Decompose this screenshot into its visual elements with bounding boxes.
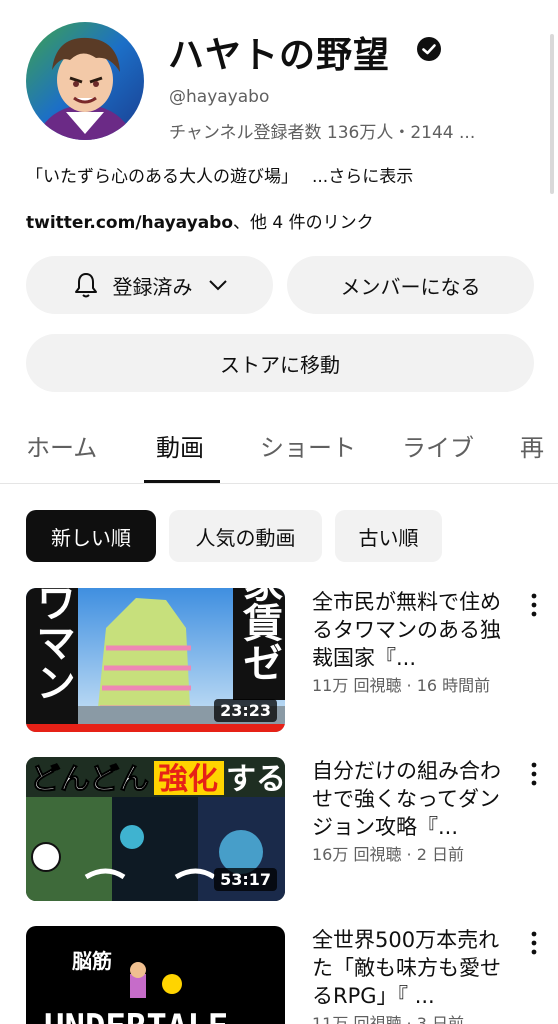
video-thumbnail[interactable]: 脳筋 UNDERTALE (26, 926, 285, 1024)
subscribed-label: 登録済み (112, 274, 193, 299)
channel-tabs: ホーム 動画 ショート ライブ 再 (0, 404, 558, 484)
chevron-down-icon (208, 280, 227, 291)
join-button[interactable]: メンバーになる (287, 256, 534, 314)
tab-live[interactable]: ライブ (402, 428, 474, 463)
link-suffix[interactable]: 、他 4 件のリンク (233, 213, 374, 233)
video-meta: 11万 回視聴 · 16 時間前 (312, 676, 491, 695)
channel-stats[interactable]: チャンネル登録者数 136万人・2144 ... (169, 118, 475, 143)
thumb-text-2: 強化 (158, 762, 218, 797)
video-meta: 11万 回視聴 · 3 日前 (312, 1014, 464, 1024)
video-title[interactable]: 全市民が無料で住めるタワマンのある独裁国家『... (312, 588, 512, 672)
chip-popular[interactable]: 人気の動画 (169, 510, 322, 562)
link-url[interactable]: twitter.com/hayayabo (26, 213, 233, 233)
verified-icon (417, 37, 441, 61)
video-meta: 16万 回視聴 · 2 日前 (312, 845, 464, 864)
video-title[interactable]: 自分だけの組み合わせで強くなってダンジョン攻略『... (312, 757, 512, 841)
thumb-text-right: 家賃ゼ (236, 588, 284, 682)
thumb-text-1: 脳筋 (71, 949, 112, 973)
thumb-text-3: する (226, 762, 285, 797)
channel-avatar[interactable] (26, 22, 144, 140)
more-vert-icon[interactable] (526, 761, 542, 787)
tab-videos[interactable]: 動画 (156, 428, 204, 463)
store-button[interactable]: ストアに移動 (26, 334, 534, 392)
scrollbar[interactable] (550, 34, 554, 194)
channel-links[interactable]: twitter.com/hayayabo、他 4 件のリンク (26, 208, 374, 233)
channel-header: ハヤトの野望 @hayayabo チャンネル登録者数 136万人・2144 ..… (26, 22, 546, 147)
more-vert-icon[interactable] (526, 592, 542, 618)
thumb-text-2: UNDERTALE (44, 1007, 228, 1024)
video-thumbnail[interactable]: どんどん 強化 する 53:17 (26, 757, 285, 901)
channel-description[interactable]: 「いたずら心のある大人の遊び場」 ...さらに表示 (26, 162, 413, 187)
bell-icon (74, 273, 97, 298)
video-duration: 53:17 (214, 868, 277, 891)
thumb-text-1: どんどん (30, 762, 149, 797)
chip-newest[interactable]: 新しい順 (26, 510, 156, 562)
more-vert-icon[interactable] (526, 930, 542, 956)
join-label: メンバーになる (340, 274, 481, 299)
description-text: 「いたずら心のある大人の遊び場」 (26, 167, 298, 187)
active-tab-indicator (144, 480, 220, 483)
chip-oldest[interactable]: 古い順 (335, 510, 442, 562)
video-title[interactable]: 全世界500万本売れた「敵も味方も愛せるRPG」『 ... (312, 926, 512, 1010)
description-more-link[interactable]: ...さらに表示 (312, 167, 413, 187)
tab-playlists[interactable]: 再 (520, 428, 544, 463)
thumb-text-left: タワマン (29, 588, 75, 702)
channel-name: ハヤトの野望 (168, 35, 391, 76)
subscribed-button[interactable]: 登録済み (26, 256, 273, 314)
tab-shorts[interactable]: ショート (260, 428, 356, 463)
video-duration: 23:23 (214, 699, 277, 722)
store-label: ストアに移動 (220, 352, 340, 377)
channel-handle: @hayayabo (169, 87, 270, 107)
video-thumbnail[interactable]: タワマン 家賃ゼ 23:23 (26, 588, 285, 732)
tab-home[interactable]: ホーム (26, 428, 97, 463)
